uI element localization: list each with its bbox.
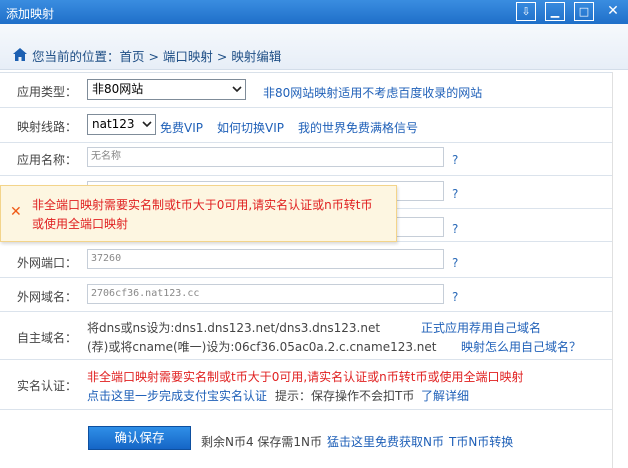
realname-warning: 非全端口映射需要实名制或t币大于0可用,请实名认证或n币转t币或使用全端口映射	[87, 370, 524, 384]
maximize-icon[interactable]: □	[574, 2, 594, 21]
window-title: 添加映射	[6, 7, 55, 21]
switch-vip-link[interactable]: 如何切换VIP	[217, 119, 284, 136]
ext-port-help-icon[interactable]: ?	[452, 256, 458, 270]
learn-more-link[interactable]: 了解详细	[421, 387, 469, 404]
app-name-help-icon[interactable]: ?	[452, 153, 458, 167]
free-vip-link[interactable]: 免费VIP	[160, 119, 203, 136]
row5-help-icon[interactable]: ?	[452, 222, 458, 236]
app-type-select[interactable]: 非80网站	[87, 79, 246, 100]
app-type-hint-link[interactable]: 非80网站映射适用不考虑百度收录的网站	[263, 84, 482, 101]
download-icon[interactable]: ⇩	[516, 2, 536, 21]
realname-label: 实名认证：	[17, 379, 78, 393]
minimize-icon[interactable]: ▁	[545, 2, 565, 21]
own-domain-label: 自主域名：	[17, 331, 78, 345]
line-label: 映射线路：	[17, 120, 78, 134]
vertical-scrollbar[interactable]	[612, 72, 628, 468]
chevron-down-icon	[142, 121, 152, 128]
own-domain-line2: (荐)或将cname(唯一)设为:06cf36.05ac0a.2.c.cname…	[87, 340, 437, 354]
ext-domain-input[interactable]: 2706cf36.nat123.cc	[87, 284, 444, 304]
ext-domain-help-icon[interactable]: ?	[452, 290, 458, 304]
error-toast: ✕ 非全端口映射需要实名制或t币大于0可用,请实名认证或n币转t币或使用全端口映…	[0, 185, 397, 242]
coin-convert-link[interactable]: T币N币转换	[449, 433, 513, 450]
app-type-label: 应用类型：	[17, 85, 78, 99]
home-icon	[13, 48, 27, 61]
save-tip: 提示：保存操作不会扣T币	[275, 389, 415, 403]
balance-text: 剩余N币4 保存需1N币	[201, 435, 323, 449]
alipay-verify-link[interactable]: 点击这里一步完成支付宝实名认证	[87, 387, 267, 404]
ext-port-label: 外网端口：	[17, 256, 78, 270]
ext-domain-label: 外网域名：	[17, 290, 78, 304]
chevron-down-icon	[232, 86, 242, 93]
line-select[interactable]: nat123	[87, 114, 156, 135]
toast-message: 非全端口映射需要实名制或t币大于0可用,请实名认证或n币转t币或使用全端口映射	[32, 198, 373, 231]
own-domain-howto-link[interactable]: 映射怎么用自己域名？	[461, 338, 581, 355]
app-type-value: 非80网站	[92, 82, 144, 96]
row4-help-icon[interactable]: ?	[452, 187, 458, 201]
close-icon[interactable]: ✕	[603, 2, 623, 21]
save-button[interactable]: 确认保存	[88, 426, 191, 450]
app-name-input[interactable]: 无名称	[87, 147, 444, 167]
ext-port-input[interactable]: 37260	[87, 249, 444, 269]
app-name-label: 应用名称：	[17, 153, 78, 167]
own-domain-line1: 将dns或ns设为:dns1.dns123.net/dns3.dns123.ne…	[87, 321, 381, 335]
breadcrumb: 您当前的位置：首页 > 端口映射 > 映射编辑	[32, 49, 282, 64]
get-n-coins-link[interactable]: 猛击这里免费获取N币	[327, 433, 444, 450]
own-domain-recommend-link[interactable]: 正式应用荐用自己域名	[421, 319, 541, 336]
close-x-icon[interactable]: ✕	[10, 204, 22, 220]
world-signal-link[interactable]: 我的世界免费满格信号	[298, 119, 418, 136]
window-titlebar: 添加映射 ⇩ ▁ □ ✕	[0, 0, 628, 24]
line-value: nat123	[92, 117, 135, 131]
